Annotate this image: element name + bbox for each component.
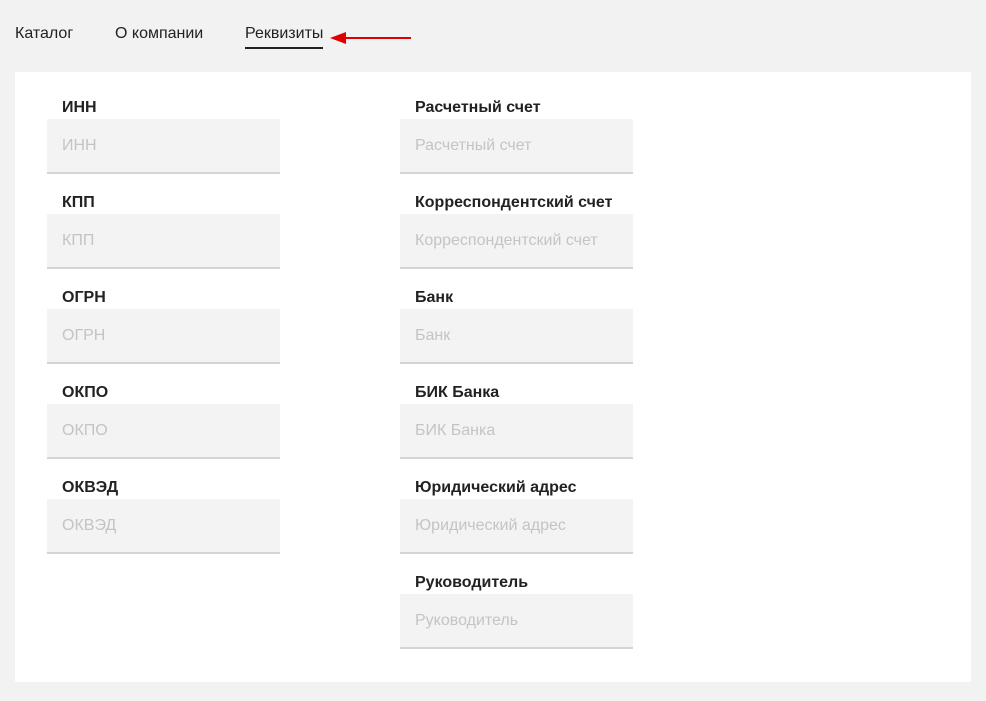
- okved-input[interactable]: [47, 499, 280, 554]
- field-label: ОКПО: [62, 384, 109, 401]
- legal-address-input[interactable]: [400, 499, 633, 554]
- tab-requisites[interactable]: Реквизиты: [245, 24, 324, 49]
- form-column-left: ИНН КПП ОГРН ОКПО ОКВЭД: [47, 72, 280, 554]
- field-correspondent-account: Корреспондентский счет: [400, 167, 633, 269]
- field-label: Банк: [415, 289, 454, 306]
- bank-input[interactable]: [400, 309, 633, 364]
- ogrn-input[interactable]: [47, 309, 280, 364]
- field-inn: ИНН: [47, 72, 280, 174]
- field-label: Расчетный счет: [415, 99, 541, 116]
- field-ogrn: ОГРН: [47, 262, 280, 364]
- correspondent-account-input[interactable]: [400, 214, 633, 269]
- form-column-right: Расчетный счет Корреспондентский счет Ба…: [400, 72, 633, 649]
- field-label: Корреспондентский счет: [415, 194, 613, 211]
- field-checking-account: Расчетный счет: [400, 72, 633, 174]
- field-legal-address: Юридический адрес: [400, 452, 633, 554]
- kpp-input[interactable]: [47, 214, 280, 269]
- tab-catalog[interactable]: Каталог: [15, 24, 73, 44]
- field-label: ИНН: [62, 99, 97, 116]
- tab-about-company[interactable]: О компании: [115, 24, 203, 44]
- field-label: Юридический адрес: [415, 479, 577, 496]
- field-label: Руководитель: [415, 574, 529, 591]
- field-label: ОКВЭД: [62, 479, 119, 496]
- field-label: ОГРН: [62, 289, 106, 306]
- checking-account-input[interactable]: [400, 119, 633, 174]
- director-input[interactable]: [400, 594, 633, 649]
- field-bank: Банк: [400, 262, 633, 364]
- field-okpo: ОКПО: [47, 357, 280, 459]
- top-nav: Каталог О компании Реквизиты: [0, 0, 986, 72]
- okpo-input[interactable]: [47, 404, 280, 459]
- field-label: КПП: [62, 194, 95, 211]
- field-okved: ОКВЭД: [47, 452, 280, 554]
- field-kpp: КПП: [47, 167, 280, 269]
- requisites-form-panel: ИНН КПП ОГРН ОКПО ОКВЭД Расчетный счет К…: [15, 72, 971, 682]
- inn-input[interactable]: [47, 119, 280, 174]
- field-bank-bik: БИК Банка: [400, 357, 633, 459]
- field-label: БИК Банка: [415, 384, 500, 401]
- bank-bik-input[interactable]: [400, 404, 633, 459]
- field-director: Руководитель: [400, 547, 633, 649]
- arrow-left-icon: [330, 32, 411, 44]
